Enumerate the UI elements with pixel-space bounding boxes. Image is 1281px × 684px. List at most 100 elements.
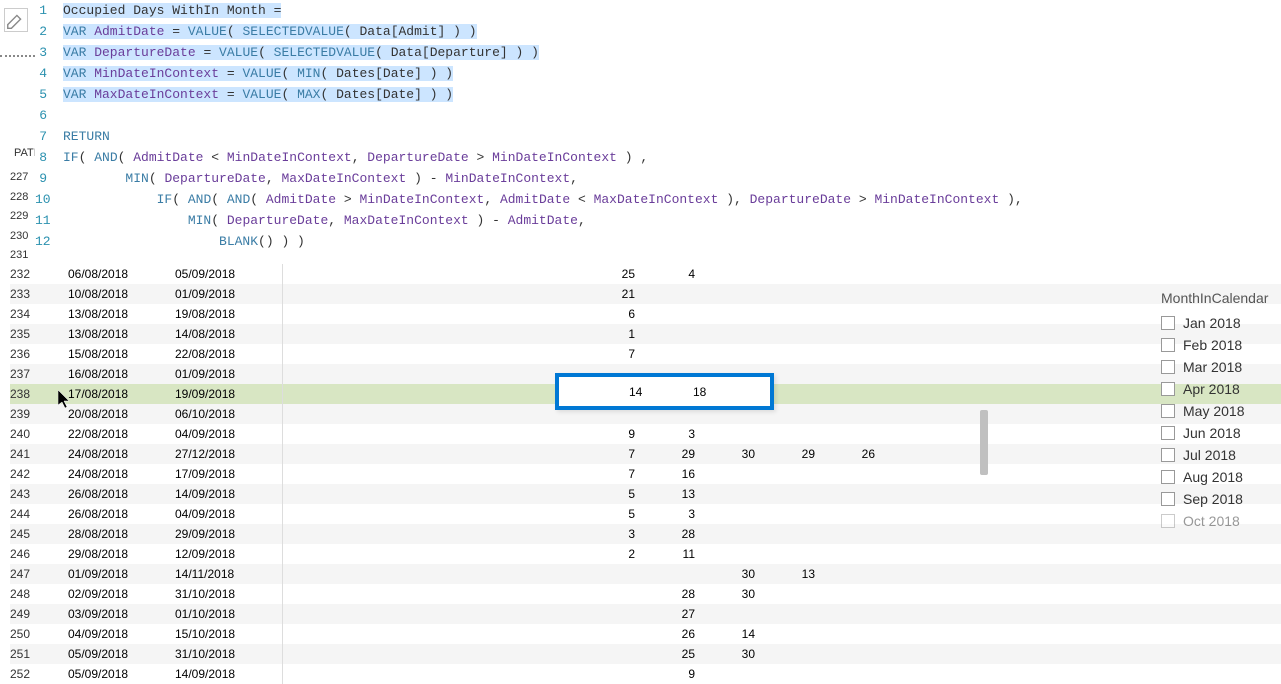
edit-icon[interactable] bbox=[4, 8, 28, 32]
table-row[interactable]: 24629/08/201812/09/2018211 bbox=[10, 544, 1281, 564]
vertical-scrollbar-thumb[interactable] bbox=[980, 410, 988, 475]
checkbox-icon[interactable] bbox=[1161, 316, 1175, 330]
code-content[interactable]: RETURN bbox=[55, 126, 110, 147]
table-row[interactable]: 24802/09/201831/10/20182830 bbox=[10, 584, 1281, 604]
line-number: 1 bbox=[35, 0, 55, 21]
dax-formula-editor[interactable]: 1Occupied Days WithIn Month =2VAR AdmitD… bbox=[35, 0, 1281, 252]
table-row[interactable]: 25205/09/201814/09/20189 bbox=[10, 664, 1281, 684]
value-cell: 3 bbox=[643, 504, 703, 524]
table-row[interactable]: 25004/09/201815/10/20182614 bbox=[10, 624, 1281, 644]
admit-date-cell: 29/08/2018 bbox=[68, 544, 173, 564]
departure-date-cell: 14/09/2018 bbox=[173, 664, 283, 684]
value-cell: 13 bbox=[643, 484, 703, 504]
checkbox-icon[interactable] bbox=[1161, 404, 1175, 418]
checkbox-icon[interactable] bbox=[1161, 338, 1175, 352]
slicer-item-label: Jun 2018 bbox=[1183, 425, 1241, 441]
checkbox-icon[interactable] bbox=[1161, 448, 1175, 462]
row-number: 241 bbox=[10, 444, 36, 464]
table-row[interactable]: 23615/08/201822/08/20187 bbox=[10, 344, 1281, 364]
slicer-item-label: Oct 2018 bbox=[1183, 513, 1240, 529]
table-row[interactable]: 24124/08/201827/12/2018729302926 bbox=[10, 444, 1281, 464]
checkbox-icon[interactable] bbox=[1161, 426, 1175, 440]
checkbox-icon[interactable] bbox=[1161, 360, 1175, 374]
value-cell: 26 bbox=[823, 444, 883, 464]
table-row[interactable]: 24426/08/201804/09/201853 bbox=[10, 504, 1281, 524]
checkbox-icon[interactable] bbox=[1161, 382, 1175, 396]
code-content[interactable]: VAR DepartureDate = VALUE( SELECTEDVALUE… bbox=[55, 42, 539, 63]
slicer-item[interactable]: Mar 2018 bbox=[1161, 356, 1271, 378]
code-content[interactable]: BLANK() ) ) bbox=[55, 231, 305, 252]
checkbox-icon[interactable] bbox=[1161, 514, 1175, 528]
table-row[interactable]: 24326/08/201814/09/2018513 bbox=[10, 484, 1281, 504]
table-row[interactable]: 23513/08/201814/08/20181 bbox=[10, 324, 1281, 344]
code-content[interactable]: IF( AND( AdmitDate < MinDateInContext, D… bbox=[55, 147, 648, 168]
table-row[interactable]: 24224/08/201817/09/2018716 bbox=[10, 464, 1281, 484]
checkbox-icon[interactable] bbox=[1161, 492, 1175, 506]
slicer-item[interactable]: Aug 2018 bbox=[1161, 466, 1271, 488]
slicer-item[interactable]: Feb 2018 bbox=[1161, 334, 1271, 356]
admit-date-cell: 28/08/2018 bbox=[68, 524, 173, 544]
table-row[interactable]: 24903/09/201801/10/201827 bbox=[10, 604, 1281, 624]
code-line[interactable]: 10 IF( AND( AND( AdmitDate > MinDateInCo… bbox=[35, 189, 1281, 210]
value-cell: 13 bbox=[763, 564, 823, 584]
admit-date-cell: 16/08/2018 bbox=[68, 364, 173, 384]
slicer-item[interactable]: Sep 2018 bbox=[1161, 488, 1271, 510]
departure-date-cell: 27/12/2018 bbox=[173, 444, 283, 464]
code-line[interactable]: 5VAR MaxDateInContext = VALUE( MAX( Date… bbox=[35, 84, 1281, 105]
code-content[interactable]: VAR AdmitDate = VALUE( SELECTEDVALUE( Da… bbox=[55, 21, 477, 42]
value-cell: 14 bbox=[703, 624, 763, 644]
checkbox-icon[interactable] bbox=[1161, 470, 1175, 484]
data-table[interactable]: 23206/08/201805/09/201825423310/08/20180… bbox=[10, 264, 1281, 684]
row-number: 250 bbox=[10, 624, 36, 644]
code-content[interactable] bbox=[55, 105, 63, 126]
line-number: 2 bbox=[35, 21, 55, 42]
table-row[interactable]: 24701/09/201814/11/20183013 bbox=[10, 564, 1281, 584]
code-content[interactable]: VAR MinDateInContext = VALUE( MIN( Dates… bbox=[55, 63, 453, 84]
code-content[interactable]: Occupied Days WithIn Month = bbox=[55, 0, 281, 21]
slicer-item[interactable]: Jul 2018 bbox=[1161, 444, 1271, 466]
slicer-item-label: Mar 2018 bbox=[1183, 359, 1242, 375]
code-line[interactable]: 8IF( AND( AdmitDate < MinDateInContext, … bbox=[35, 147, 1281, 168]
table-row[interactable]: 23310/08/201801/09/201821 bbox=[10, 284, 1281, 304]
slicer-item[interactable]: Oct 2018 bbox=[1161, 510, 1271, 532]
code-line[interactable]: 7RETURN bbox=[35, 126, 1281, 147]
code-line[interactable]: 3VAR DepartureDate = VALUE( SELECTEDVALU… bbox=[35, 42, 1281, 63]
code-content[interactable]: IF( AND( AND( AdmitDate > MinDateInConte… bbox=[55, 189, 1023, 210]
row-number: 240 bbox=[10, 424, 36, 444]
code-line[interactable]: 2VAR AdmitDate = VALUE( SELECTEDVALUE( D… bbox=[35, 21, 1281, 42]
departure-date-cell: 19/09/2018 bbox=[173, 384, 283, 404]
code-content[interactable]: MIN( DepartureDate, MaxDateInContext ) -… bbox=[55, 210, 586, 231]
line-number: 12 bbox=[35, 231, 55, 252]
value-cell: 11 bbox=[643, 544, 703, 564]
code-content[interactable]: MIN( DepartureDate, MaxDateInContext ) -… bbox=[55, 168, 578, 189]
code-line[interactable]: 4VAR MinDateInContext = VALUE( MIN( Date… bbox=[35, 63, 1281, 84]
admit-date-cell: 15/08/2018 bbox=[68, 344, 173, 364]
table-row[interactable]: 24528/08/201829/09/2018328 bbox=[10, 524, 1281, 544]
row-number: 232 bbox=[10, 264, 36, 284]
departure-date-cell: 04/09/2018 bbox=[173, 504, 283, 524]
month-slicer[interactable]: MonthInCalendar Jan 2018Feb 2018Mar 2018… bbox=[1161, 290, 1271, 532]
slicer-item[interactable]: Apr 2018 bbox=[1161, 378, 1271, 400]
line-number: 6 bbox=[35, 105, 55, 126]
table-row[interactable]: 23206/08/201805/09/2018254 bbox=[10, 264, 1281, 284]
slicer-item[interactable]: Jan 2018 bbox=[1161, 312, 1271, 334]
table-row[interactable]: 25105/09/201831/10/20182530 bbox=[10, 644, 1281, 664]
code-line[interactable]: 12 BLANK() ) ) bbox=[35, 231, 1281, 252]
table-row[interactable]: 23413/08/201819/08/20186 bbox=[10, 304, 1281, 324]
code-line[interactable]: 1Occupied Days WithIn Month = bbox=[35, 0, 1281, 21]
value-cell: 26 bbox=[643, 624, 703, 644]
left-row-number: 227 bbox=[10, 168, 28, 188]
admit-date-cell: 13/08/2018 bbox=[68, 304, 173, 324]
highlight-annotation-box: 14 18 bbox=[555, 373, 774, 410]
slicer-item[interactable]: May 2018 bbox=[1161, 400, 1271, 422]
row-number: 242 bbox=[10, 464, 36, 484]
code-content[interactable]: VAR MaxDateInContext = VALUE( MAX( Dates… bbox=[55, 84, 453, 105]
code-line[interactable]: 11 MIN( DepartureDate, MaxDateInContext … bbox=[35, 210, 1281, 231]
line-number: 11 bbox=[35, 210, 55, 231]
code-line[interactable]: 6 bbox=[35, 105, 1281, 126]
slicer-item[interactable]: Jun 2018 bbox=[1161, 422, 1271, 444]
code-line[interactable]: 9 MIN( DepartureDate, MaxDateInContext )… bbox=[35, 168, 1281, 189]
admit-date-cell: 20/08/2018 bbox=[68, 404, 173, 424]
line-number: 3 bbox=[35, 42, 55, 63]
table-row[interactable]: 24022/08/201804/09/201893 bbox=[10, 424, 1281, 444]
